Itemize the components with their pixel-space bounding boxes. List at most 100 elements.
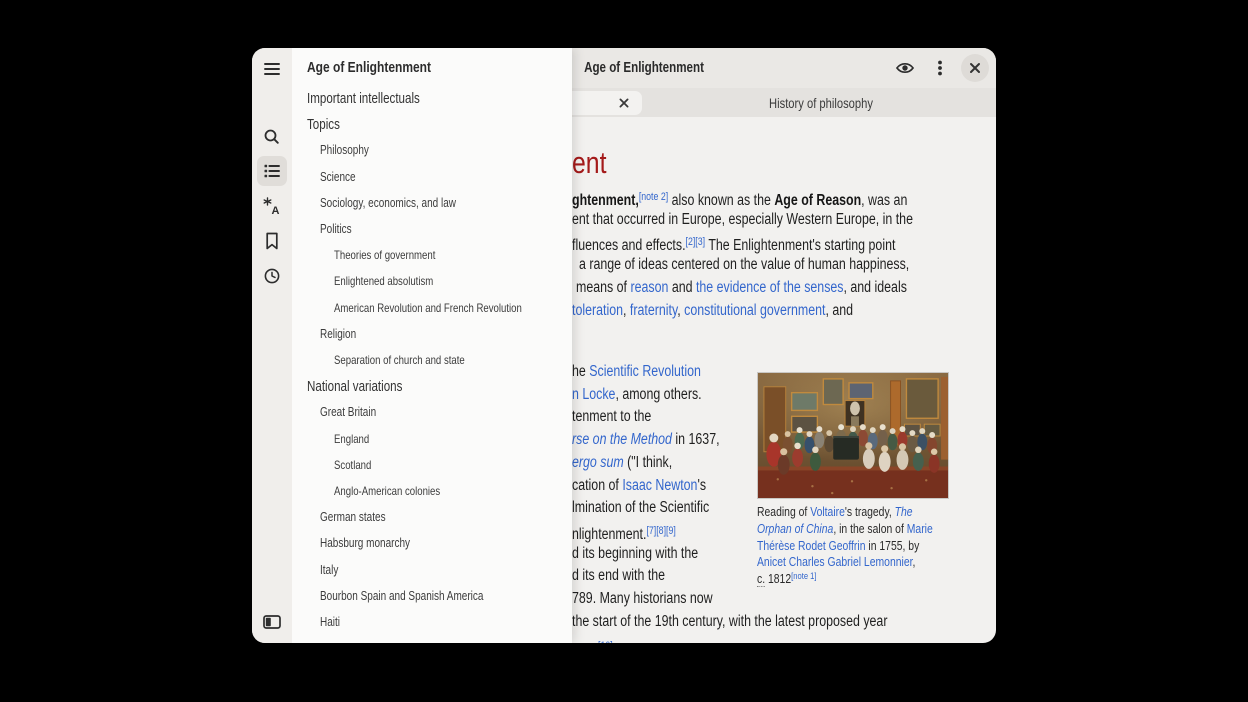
reference-link[interactable]: [2][3] [686,236,706,248]
toc-item[interactable]: Politics [320,222,352,236]
svg-text:A: A [272,205,280,216]
text-span: ghtenment, [572,192,639,209]
text-span: the start of the 19th century, with the … [572,613,887,630]
list-icon [262,161,282,181]
wiki-link[interactable]: the evidence of the senses [696,279,844,296]
wiki-link[interactable]: n Locke [572,386,615,403]
sidebar-toggle-icon [262,612,282,632]
toggle-sidebar-button[interactable] [257,607,287,637]
article-text-line: Thérèse Rodet Geoffrin in 1755, by [757,538,919,553]
lead-image[interactable] [757,372,949,499]
toc-item[interactable]: Enlightened absolutism [334,274,433,288]
text-span: fluences and effects. [572,237,686,254]
wiki-link[interactable]: Marie [907,521,933,536]
article-text-line: Anicet Charles Gabriel Lemonnier, [757,554,915,569]
toc-panel: Age of Enlightenment Important intellect… [292,48,572,643]
text-span: , and ideals [843,279,906,296]
toc-item[interactable]: Religion [320,327,356,341]
history-button[interactable] [257,261,287,291]
toc-button[interactable] [257,156,287,186]
reference-link[interactable]: [note 1] [791,571,816,582]
text-span: , in the salon of [833,521,906,536]
toc-item[interactable]: Science [320,170,356,184]
text-span: d its beginning with the [572,545,698,562]
toc-item[interactable]: Anglo-American colonies [334,484,440,498]
toc-item[interactable]: Habsburg monarchy [320,536,410,550]
article-text-line: the start of the 19th century, with the … [572,612,887,632]
article-text-line: ergo sum ("I think, [572,453,672,473]
text-span: also known as the [668,192,774,209]
text-span: , [913,554,916,569]
toc-item[interactable]: England [334,432,369,446]
wiki-link[interactable]: Thérèse Rodet Geoffrin [757,538,866,553]
reference-link[interactable]: [7][8][9] [646,525,675,537]
toc-item[interactable]: National variations [307,379,402,395]
text-span: nlightenment. [572,526,646,543]
text-span: d its end with the [572,567,665,584]
reference-link[interactable]: [note 2] [639,191,668,203]
text-span: means of [576,279,630,296]
text-span: , and [825,302,853,319]
clock-icon [262,266,282,286]
toc-item[interactable]: Haiti [320,615,340,629]
text-span: 1812 [765,571,791,586]
toc-item[interactable]: Philosophy [320,143,369,157]
text-span: and [668,279,696,296]
toc-item[interactable]: Scotland [334,458,371,472]
article-text-line: d its beginning with the [572,544,698,564]
article-text-line: [10] [598,636,613,643]
article-text-line: c. 1812[note 1] [757,571,817,586]
text-span: 's tragedy, [845,504,895,519]
wiki-link[interactable]: constitutional government [684,302,825,319]
painting-salon-scene [758,373,948,498]
main-menu-button[interactable] [257,54,287,84]
toc-item[interactable]: Topics [307,117,340,133]
text-span: Age of Reason [774,192,861,209]
search-button[interactable] [257,122,287,152]
wiki-link[interactable]: toleration [572,302,623,319]
article-text-line: d its end with the [572,566,665,586]
reference-link[interactable]: [10] [598,640,613,643]
toc-item[interactable]: Sociology, economics, and law [320,196,456,210]
text-span: cation of [572,477,622,494]
article-text-line: a range of ideas centered on the value o… [579,255,909,275]
text-span: , was an [861,192,907,209]
toc-item[interactable]: American Revolution and French Revolutio… [334,301,522,315]
toc-item[interactable]: German states [320,510,386,524]
text-span: in 1755, by [866,538,920,553]
article-text-line: 789. Many historians now [572,589,713,609]
article-text-line: nlightenment.[7][8][9] [572,521,676,545]
toc-item[interactable]: Great Britain [320,405,376,419]
toc-title: Age of Enlightenment [307,59,431,76]
toc-item[interactable]: Important intellectuals [307,91,420,107]
sidebar-rail: A [252,48,292,643]
toc-item[interactable]: Separation of church and state [334,353,465,367]
wiki-link[interactable]: fraternity [630,302,677,319]
wiki-link[interactable]: ergo sum [572,454,624,471]
text-span: The Enlightenment's starting point [705,237,895,254]
toc-item[interactable]: Bourbon Spain and Spanish America [320,589,483,603]
text-span: in 1637, [672,431,720,448]
wiki-link[interactable]: Scientific Revolution [589,363,701,380]
article-text-line: rse on the Method in 1637, [572,430,720,450]
wiki-link[interactable]: Anicet Charles Gabriel Lemonnier [757,554,913,569]
text-span: a range of ideas centered on the value o… [579,256,909,273]
wiki-link[interactable]: rse on the Method [572,431,672,448]
bookmarks-button[interactable] [257,226,287,256]
languages-button[interactable]: A [257,191,287,221]
wiki-link[interactable]: Isaac Newton [622,477,697,494]
hamburger-icon [262,59,282,79]
text-span: 789. Many historians now [572,590,713,607]
article-text-line: ent that occurred in Europe, especially … [572,210,913,230]
article-text-line: Orphan of China, in the salon of Marie [757,521,933,536]
article-text-line: fluences and effects.[2][3] The Enlighte… [572,232,895,256]
wiki-link[interactable]: Orphan of China [757,521,833,536]
wiki-link[interactable]: The [895,504,913,519]
text-span: tenment to the [572,408,651,425]
wiki-link[interactable]: reason [630,279,668,296]
screen: Age of Enlightenment [0,0,1248,702]
toc-item[interactable]: Italy [320,563,338,577]
wiki-link[interactable]: Voltaire [810,504,845,519]
article-text-line: n Locke, among others. [572,385,702,405]
toc-item[interactable]: Theories of government [334,248,435,262]
